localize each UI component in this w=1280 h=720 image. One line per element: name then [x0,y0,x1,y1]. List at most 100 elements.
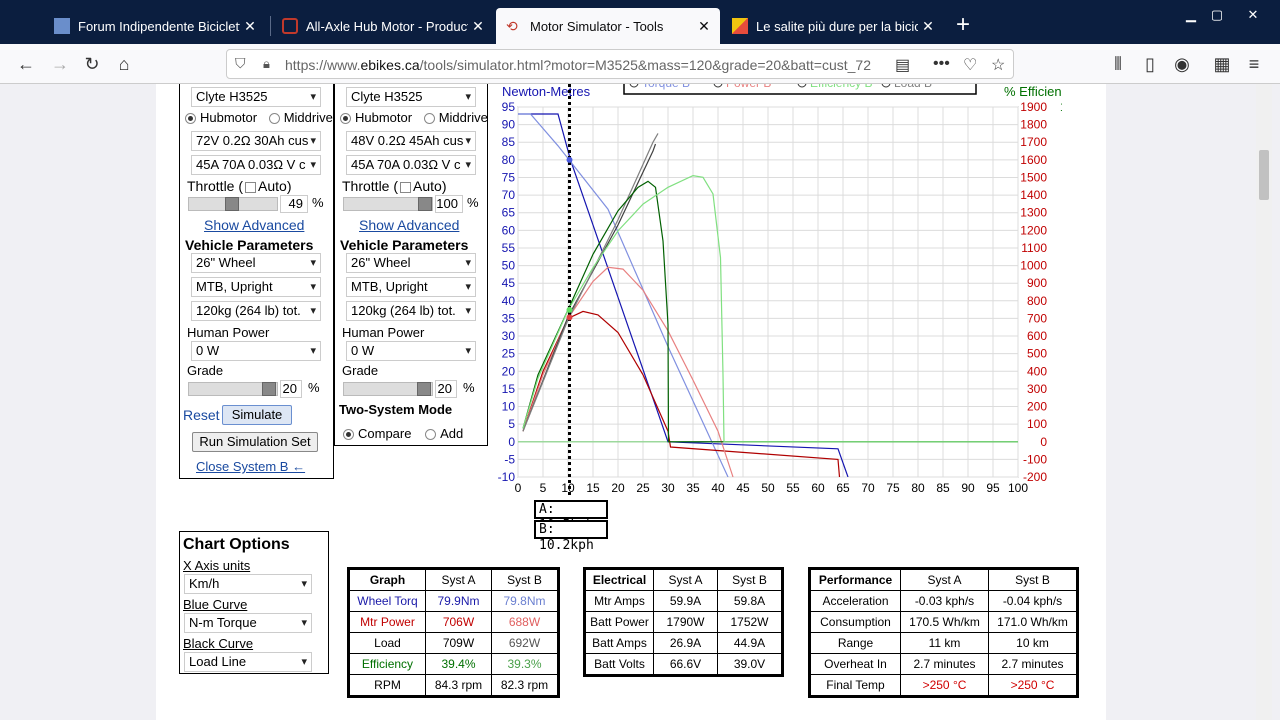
sidebar-icon[interactable]: ▯ [1138,52,1162,76]
tab-title: Le salite più dure per la biciclett [756,18,918,34]
new-tab-plus-icon[interactable]: + [950,12,976,38]
wheel-select-b[interactable]: 26" Wheel [346,253,476,273]
account-icon[interactable]: ◉ [1170,52,1194,76]
row-label: Load [349,632,426,654]
y-tick-label-nm: 85 [502,135,516,149]
wheel-select-a[interactable]: 26" Wheel [191,253,321,273]
x-tick-label: 25 [636,481,650,495]
cell-value-b: 692W [491,632,558,654]
throttle-value-b[interactable]: 100 [435,195,463,213]
pocket-icon[interactable]: ♡ [963,55,977,75]
auto-throttle-checkbox-b[interactable] [400,181,412,193]
throttle-slider-thumb-b[interactable] [418,197,432,211]
padlock-icon[interactable]: 🔒︎ [263,56,270,72]
x-tick-label: 60 [811,481,825,495]
row-label: Batt Amps [585,632,654,654]
close-system-b-link[interactable]: Close System B ← [196,459,305,474]
page-scrollbar[interactable] [1256,84,1272,720]
page-actions-icon[interactable]: ••• [933,55,950,73]
cell-value-b: 39.0V [717,653,782,675]
system-b-panel: Clyte H3525 Hubmotor Middrive 48V 0.2Ω 4… [334,84,488,446]
browser-tab-hub-motor[interactable]: All-Axle Hub Motor - Product I ✕ [272,8,494,44]
human-power-select-b[interactable]: 0 W [346,341,476,361]
tracking-shield-icon[interactable]: ⛉ [235,55,246,72]
reload-icon[interactable]: ↻ [80,52,104,76]
controller-select-b[interactable]: 45A 70A 0.03Ω V c [346,155,476,175]
close-tab-icon[interactable]: ✕ [468,18,488,35]
x-axis-units-select[interactable]: Km/h [184,574,312,594]
url-text[interactable]: https://www.ebikes.ca/tools/simulator.ht… [285,57,885,73]
cell-value-b: -0.04 kph/s [988,590,1077,612]
cell-value-a: 26.9A [653,632,718,654]
frame-select-b[interactable]: MTB, Upright [346,277,476,297]
simulation-chart[interactable]: 0510152025303540455055606570758085909510… [496,84,1062,544]
scrollbar-thumb[interactable] [1259,150,1269,200]
auto-throttle-checkbox-a[interactable] [245,181,257,193]
y-tick-label-power: 1600 [1020,153,1047,167]
show-advanced-link-a[interactable]: Show Advanced [204,217,304,233]
mass-select-a[interactable]: 120kg (264 lb) tot. [191,301,321,321]
motor-select-a[interactable]: Clyte H3525 [191,87,321,107]
reset-link-a[interactable]: Reset [183,407,220,423]
middrive-radio-a[interactable] [268,113,280,125]
close-tab-icon[interactable]: ✕ [694,18,714,35]
hubmotor-radio-a[interactable] [185,113,196,125]
bookmark-star-icon[interactable]: ☆ [991,55,1005,75]
show-advanced-link-b[interactable]: Show Advanced [359,217,459,233]
throttle-value-a[interactable]: 49 [280,195,308,213]
home-icon[interactable]: ⌂ [112,52,136,76]
legend-entry: Torque B [642,84,690,90]
throttle-slider-a[interactable] [188,197,278,211]
grade-slider-a[interactable] [188,382,278,396]
grade-value-a[interactable]: 20 [280,380,302,398]
close-window-icon[interactable]: ✕ [1240,4,1266,26]
controller-select-a[interactable]: 45A 70A 0.03Ω V c [191,155,321,175]
close-tab-icon[interactable]: ✕ [918,18,938,35]
percent-label: % [463,380,475,395]
run-simulation-set-button[interactable]: Run Simulation Set [192,432,318,452]
grade-slider-b[interactable] [343,382,433,396]
battery-select-a[interactable]: 72V 0.2Ω 30Ah cus [191,131,321,151]
url-domain: ebikes.ca [360,57,420,73]
address-bar[interactable]: ⛉ 🔒︎ https://www.ebikes.ca/tools/simulat… [226,49,1014,79]
human-power-select-a[interactable]: 0 W [191,341,321,361]
y-tick-label-power: 1400 [1020,188,1047,202]
minimize-window-icon[interactable]: ▁ [1178,4,1204,26]
y-tick-label-nm: 90 [502,118,516,132]
menu-hamburger-icon[interactable]: ≡ [1242,52,1266,76]
table-row: Overheat In 2.7 minutes 2.7 minutes [810,653,1077,675]
black-curve-select[interactable]: Load Line [184,652,312,672]
cell-value-a: 39.4% [425,653,492,675]
back-arrow-icon[interactable]: ← [14,52,38,76]
x-tick-label: 20 [611,481,625,495]
y-tick-label-nm: 50 [502,259,516,273]
grade-value-b[interactable]: 20 [435,380,457,398]
add-radio[interactable] [425,429,437,441]
blue-curve-select[interactable]: N-m Torque [184,613,312,633]
frame-select-a[interactable]: MTB, Upright [191,277,321,297]
browser-tab-motor-simulator[interactable]: ⟲ Motor Simulator - Tools ✕ [496,8,720,44]
mass-select-b[interactable]: 120kg (264 lb) tot. [346,301,476,321]
library-icon[interactable]: ⫴ [1106,52,1130,76]
close-tab-icon[interactable]: ✕ [240,18,260,35]
browser-tab-salite[interactable]: Le salite più dure per la biciclett ✕ [722,8,944,44]
grade-slider-thumb-a[interactable] [262,382,276,396]
grade-slider-thumb-b[interactable] [417,382,431,396]
legend-entry: Load B [894,84,932,90]
extensions-icon[interactable]: ▦ [1210,52,1234,76]
battery-select-b[interactable]: 48V 0.2Ω 45Ah cus [346,131,476,151]
performance-header: Performance [810,569,901,591]
maximize-window-icon[interactable]: ▢ [1204,4,1230,26]
throttle-slider-b[interactable] [343,197,433,211]
reader-view-icon[interactable]: ▤ [895,55,910,75]
middrive-radio-b[interactable] [423,113,435,125]
throttle-slider-thumb-a[interactable] [225,197,239,211]
simulate-button[interactable]: Simulate [222,405,292,425]
hubmotor-radio-b[interactable] [340,113,351,125]
compare-radio[interactable] [343,429,354,441]
middrive-label: Middrive [438,110,488,125]
motor-select-b[interactable]: Clyte H3525 [346,87,476,107]
forward-arrow-icon[interactable]: → [48,52,72,76]
syst-a-header: Syst A [653,569,718,591]
browser-tab-forum[interactable]: Forum Indipendente Biciclette Elett ✕ [44,8,266,44]
